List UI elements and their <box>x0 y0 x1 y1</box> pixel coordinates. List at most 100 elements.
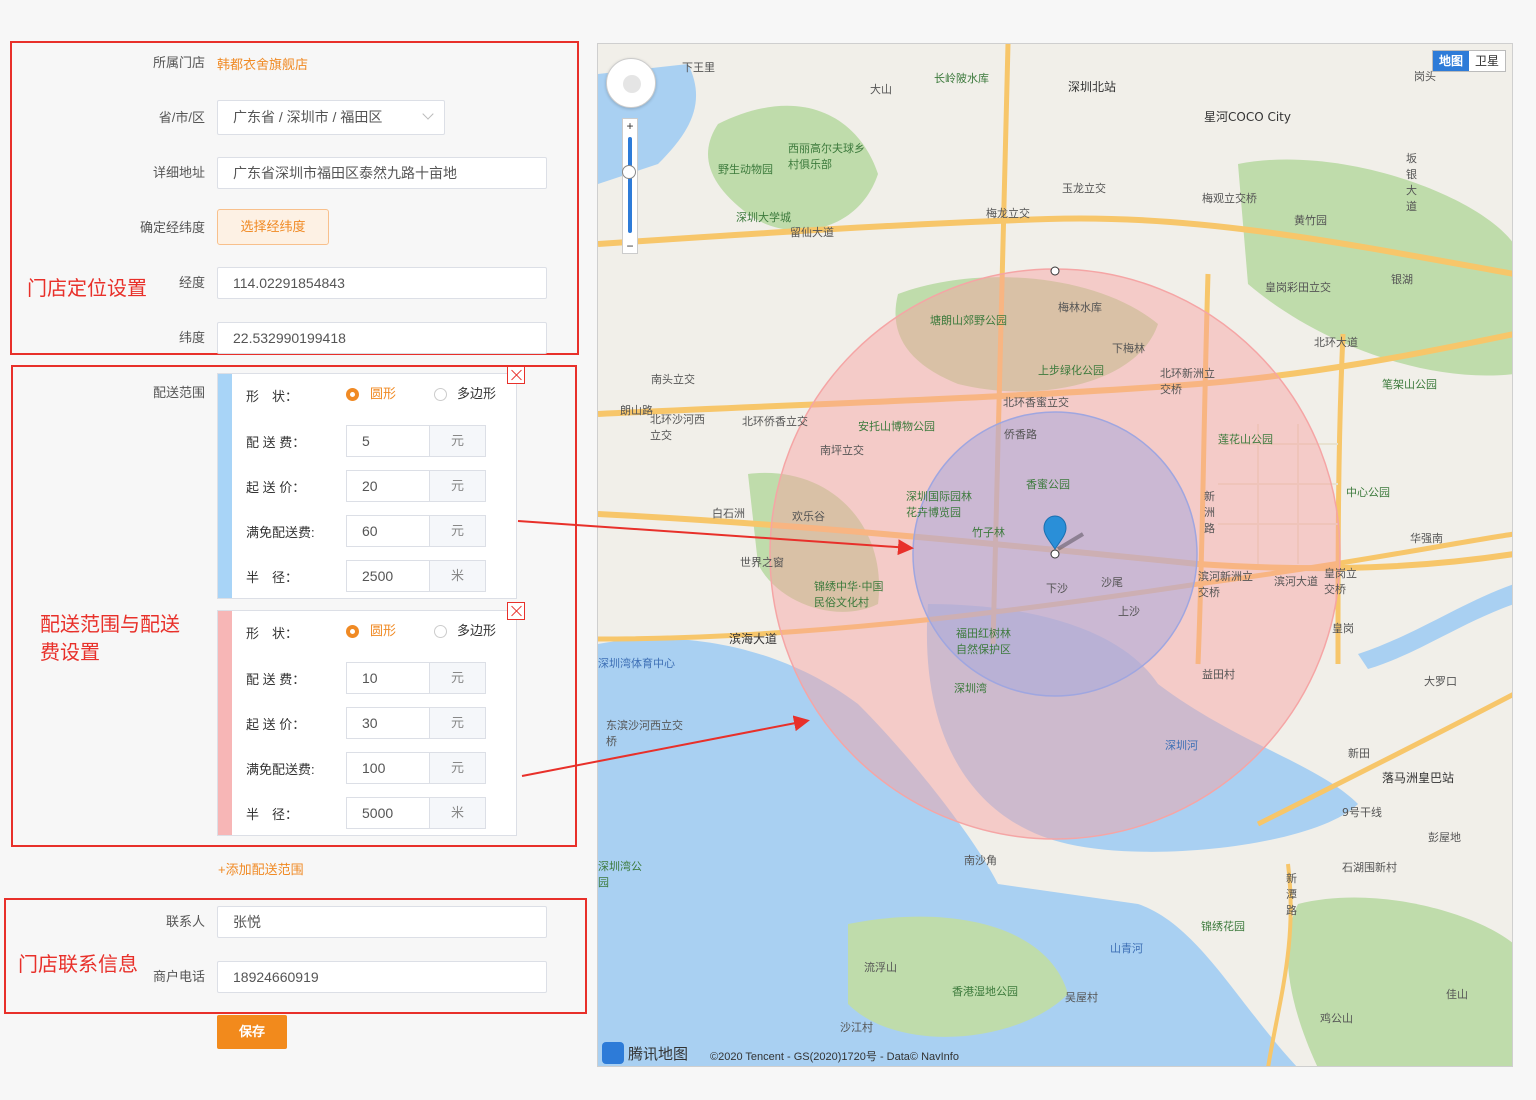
delivery-section-title-2: 费设置 <box>40 640 100 664</box>
map-label: 竹子林 <box>972 526 1005 539</box>
map-label: 大罗口 <box>1424 675 1457 688</box>
polygon-radio-1[interactable] <box>434 388 447 401</box>
longitude-input[interactable]: 114.02291854843 <box>217 267 547 299</box>
zoom-slider-handle[interactable] <box>622 165 636 179</box>
polygon-option-2[interactable]: 多边形 <box>457 623 496 639</box>
close-zone-2-button[interactable] <box>507 602 525 620</box>
circle-option-1[interactable]: 圆形 <box>370 386 396 402</box>
zoom-out-icon[interactable]: − <box>623 239 637 253</box>
fee-label-2: 配 送 费： <box>246 672 306 687</box>
fee-input-1[interactable]: 5 元 <box>346 425 486 457</box>
polygon-option-1[interactable]: 多边形 <box>457 386 496 402</box>
zone-color-bar-2 <box>218 611 232 835</box>
fee-value-2: 10 <box>362 670 378 686</box>
pan-center <box>623 75 641 93</box>
min-input-2[interactable]: 30 元 <box>346 707 486 739</box>
min-unit-1: 元 <box>429 471 485 501</box>
phone-input[interactable]: 18924660919 <box>217 961 547 993</box>
radius-input-2[interactable]: 5000 米 <box>346 797 486 829</box>
latitude-input[interactable]: 22.532990199418 <box>217 322 547 354</box>
address-input[interactable]: 广东省深圳市福田区泰然九路十亩地 <box>217 157 547 189</box>
map-label: 锦绣花园 <box>1201 920 1245 933</box>
zoom-track[interactable] <box>628 137 632 233</box>
map-label: 益田村 <box>1202 668 1235 681</box>
pan-control[interactable] <box>606 58 656 108</box>
latlng-label: 确定经纬度 <box>139 220 205 235</box>
map-canvas[interactable] <box>598 44 1513 1067</box>
map-copyright: ©2020 Tencent - GS(2020)1720号 - Data© Na… <box>710 1051 959 1063</box>
map-label: 北环沙河西立交 <box>650 413 705 442</box>
map-label: 北环香蜜立交 <box>1003 396 1069 409</box>
tencent-map-logo-icon <box>602 1042 624 1064</box>
map-label: 深圳河 <box>1165 739 1198 752</box>
map-label: 中心公园 <box>1346 486 1390 499</box>
circle-radio-2[interactable] <box>346 625 359 638</box>
free-value-2: 100 <box>362 760 386 776</box>
region-cascader[interactable]: 广东省 / 深圳市 / 福田区 <box>217 100 445 135</box>
map-type-satellite[interactable]: 卫星 <box>1469 51 1505 71</box>
contact-person-label: 联系人 <box>165 914 205 929</box>
min-input-1[interactable]: 20 元 <box>346 470 486 502</box>
map-label: 坂银大道 <box>1406 152 1417 213</box>
fee-label-1: 配 送 费： <box>246 435 306 450</box>
free-unit-1: 元 <box>429 516 485 546</box>
min-unit-2: 元 <box>429 708 485 738</box>
map-label: 新田 <box>1348 747 1370 760</box>
free-input-1[interactable]: 60 元 <box>346 515 486 547</box>
zoom-control[interactable]: + − <box>622 118 638 254</box>
store-name-link[interactable]: 韩都衣舍旗舰店 <box>217 54 308 73</box>
shape-label-1: 形 状： <box>246 389 299 404</box>
map-label: 世界之窗 <box>740 556 784 569</box>
map-label: 华强南 <box>1410 532 1443 545</box>
map-label: 北环大道 <box>1314 336 1358 349</box>
map-label: 9号干线 <box>1342 806 1382 819</box>
fee-unit-1: 元 <box>429 426 485 456</box>
map-type-map[interactable]: 地图 <box>1432 51 1469 71</box>
map-label: 沙江村 <box>840 1021 873 1034</box>
shape-label-2: 形 状： <box>246 626 299 641</box>
contact-person-input[interactable]: 张悦 <box>217 906 547 938</box>
latitude-label: 纬度 <box>178 330 205 345</box>
map-label: 落马洲皇巴站 <box>1382 771 1455 785</box>
map-label: 深圳湾公园 <box>598 860 642 889</box>
radius-label-2: 半 径： <box>246 807 299 822</box>
circle-radio-1[interactable] <box>346 388 359 401</box>
map-label: 玉龙立交 <box>1062 182 1106 195</box>
radius-input-1[interactable]: 2500 米 <box>346 560 486 592</box>
road-vertical-3 <box>1335 333 1346 665</box>
map-label: 皇岗 <box>1332 622 1354 635</box>
map-label: 香蜜公园 <box>1026 478 1070 491</box>
map-label: 南头立交 <box>651 373 695 386</box>
zone-color-bar-1 <box>218 374 232 598</box>
map-label: 星河COCO City <box>1204 110 1291 124</box>
free-input-2[interactable]: 100 元 <box>346 752 486 784</box>
map-view[interactable]: + − 地图 卫星 深圳北站 星河COCO City 长岭陂水库 大山 下王里 … <box>597 43 1513 1067</box>
radius-unit-1: 米 <box>429 561 485 591</box>
map-label: 上沙 <box>1118 605 1140 618</box>
fee-input-2[interactable]: 10 元 <box>346 662 486 694</box>
map-type-toggle[interactable]: 地图 卫星 <box>1431 50 1506 72</box>
add-delivery-range-link[interactable]: +添加配送范围 <box>218 859 304 878</box>
save-button[interactable]: 保存 <box>217 1015 287 1049</box>
delivery-zone-card-1: 形 状： 圆形 多边形 配 送 费： 5 元 起 送 价： 20 元 满免配送费… <box>217 373 517 599</box>
delivery-zone-card-2: 形 状： 圆形 多边形 配 送 费： 10 元 起 送 价： 30 元 满免配送… <box>217 610 517 836</box>
map-label: 皇岗彩田立交 <box>1265 281 1331 294</box>
map-label: 新潭路 <box>1286 872 1297 917</box>
circle-option-2[interactable]: 圆形 <box>370 623 396 639</box>
region-value: 广东省 / 深圳市 / 福田区 <box>233 109 383 125</box>
zoom-in-icon[interactable]: + <box>623 119 637 133</box>
park-green-6 <box>1287 897 1512 1066</box>
polygon-radio-2[interactable] <box>434 625 447 638</box>
map-label: 梅林水库 <box>1058 301 1102 314</box>
tencent-map-logo: 腾讯地图 <box>602 1042 688 1064</box>
radius-value-2: 5000 <box>362 805 394 821</box>
close-zone-1-button[interactable] <box>507 366 525 384</box>
map-label: 滨海大道 <box>729 632 778 646</box>
map-label: 佳山 <box>1446 988 1468 1001</box>
store-label: 所属门店 <box>152 55 205 70</box>
map-label: 滨河新洲立交桥 <box>1198 570 1253 599</box>
map-label: 皇岗立交桥 <box>1324 567 1357 596</box>
radius-label-1: 半 径： <box>246 570 299 585</box>
select-latlng-button[interactable]: 选择经纬度 <box>217 209 329 245</box>
min-label-1: 起 送 价： <box>246 480 306 495</box>
